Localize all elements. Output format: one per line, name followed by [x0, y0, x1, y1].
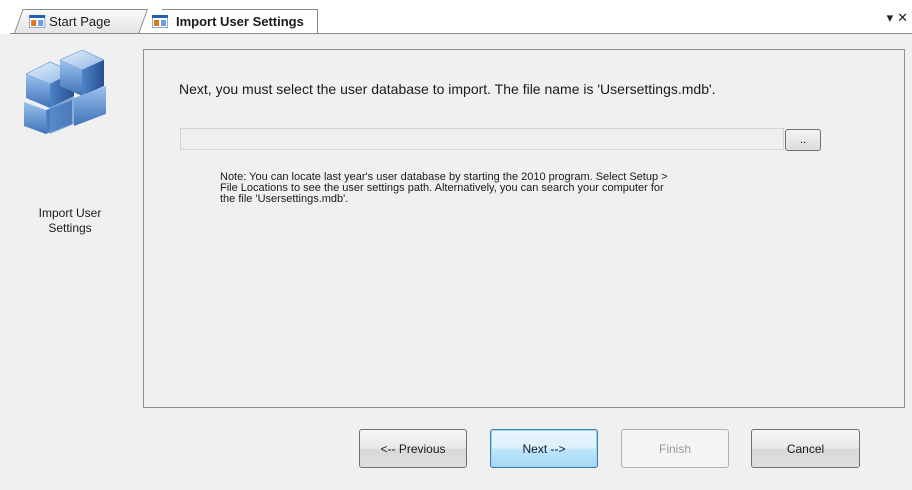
browse-button[interactable]: .. — [785, 129, 821, 151]
sidebar-label: Import User Settings — [20, 206, 120, 236]
cancel-button[interactable]: Cancel — [751, 429, 860, 468]
cubes-icon — [24, 50, 106, 134]
sidebar-label-line1: Import User — [38, 206, 102, 220]
finish-button[interactable]: Finish — [621, 429, 729, 468]
wizard-panel: Next, you must select the user database … — [143, 49, 905, 408]
note-text: Note: You can locate last year's user da… — [220, 172, 760, 205]
instruction-text: Next, you must select the user database … — [179, 81, 716, 97]
tab-controls: ▾✕ — [887, 10, 912, 26]
sidebar-label-line2: Settings — [48, 221, 92, 235]
tab-import-user-settings[interactable]: Import User Settings — [146, 9, 318, 34]
window-app-icon — [29, 15, 46, 28]
window-app-icon — [152, 15, 168, 28]
tab-divider — [10, 33, 912, 34]
close-icon[interactable]: ✕ — [897, 10, 912, 25]
previous-button[interactable]: <-- Previous — [359, 429, 467, 468]
dropdown-icon[interactable]: ▾ — [887, 10, 898, 25]
note-line: the file 'Usersettings.mdb'. — [220, 193, 349, 205]
tab-label: Start Page — [49, 14, 111, 29]
next-button[interactable]: Next --> — [490, 429, 598, 468]
tab-label: Import User Settings — [176, 14, 304, 29]
tab-start-page[interactable]: Start Page — [14, 9, 149, 33]
tab-strip: Start Page Import User Settings ▾✕ — [0, 0, 912, 34]
database-path-field[interactable] — [180, 128, 784, 150]
